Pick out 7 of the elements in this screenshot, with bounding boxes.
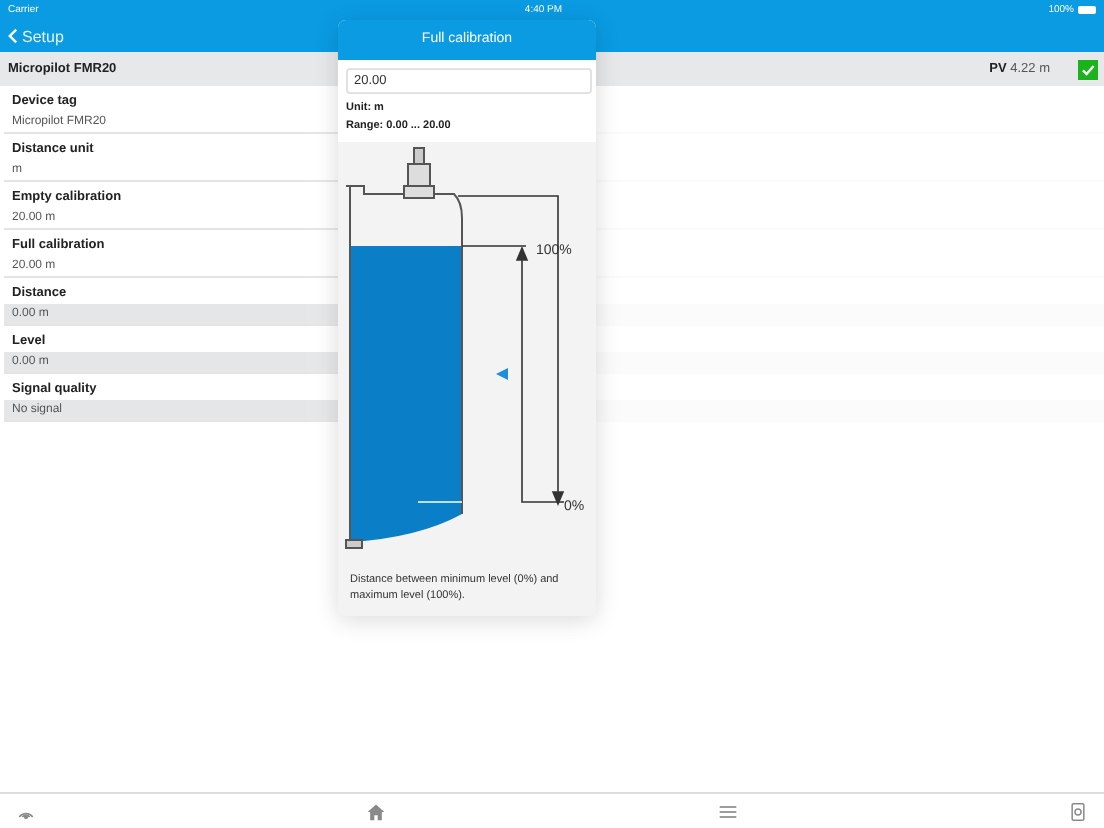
menu-icon[interactable]	[717, 801, 738, 821]
chevron-left-icon	[8, 28, 18, 44]
device-icon[interactable]	[1067, 801, 1088, 821]
battery-icon	[1077, 6, 1096, 14]
home-icon[interactable]	[366, 801, 387, 821]
reference-line	[417, 501, 463, 503]
level-marker-icon	[496, 368, 508, 380]
